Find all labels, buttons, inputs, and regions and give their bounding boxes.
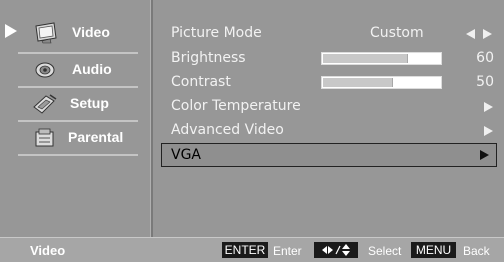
sidebar: Video Audio Setup Parental	[0, 0, 150, 237]
setting-contrast[interactable]: Contrast 50	[171, 72, 496, 94]
submenu-arrow-icon	[484, 102, 493, 112]
sidebar-divider	[18, 154, 138, 156]
sidebar-item-label: Setup	[70, 95, 109, 111]
enter-key[interactable]: ENTER	[222, 242, 268, 258]
left-right-arrows-icon[interactable]	[466, 29, 492, 39]
setting-picture-mode[interactable]: Picture Mode Custom	[171, 23, 496, 45]
sidebar-item-label: Parental	[68, 129, 124, 145]
setting-value: 60	[476, 50, 494, 66]
selected-arrow-icon	[5, 24, 17, 38]
osd-menu: Video Audio Setup Parental Picture Mode …	[0, 0, 504, 262]
setting-label: Advanced Video	[171, 122, 284, 138]
select-hint-label: Select	[368, 244, 402, 258]
menu-key[interactable]: MENU	[411, 242, 456, 258]
tv-icon	[35, 22, 57, 44]
setting-advanced-video[interactable]: Advanced Video	[171, 120, 496, 142]
sidebar-item-parental[interactable]: Parental	[0, 122, 150, 154]
brightness-slider[interactable]	[321, 52, 442, 65]
arrows-key-glyph	[322, 244, 350, 256]
setup-icon	[33, 94, 57, 114]
parental-icon	[35, 128, 54, 147]
slider-fill	[323, 54, 408, 63]
setting-label: VGA	[171, 147, 202, 163]
speaker-icon	[35, 62, 55, 78]
setting-vga[interactable]: VGA	[161, 143, 497, 167]
setting-label: Color Temperature	[171, 98, 301, 114]
footer-title: Video	[30, 243, 66, 258]
setting-label: Picture Mode	[171, 25, 262, 41]
setting-label: Brightness	[171, 50, 246, 66]
contrast-slider[interactable]	[321, 76, 442, 89]
submenu-arrow-icon	[480, 150, 489, 160]
sidebar-item-setup[interactable]: Setup	[0, 88, 150, 120]
setting-label: Contrast	[171, 74, 231, 90]
sidebar-item-video[interactable]: Video	[0, 17, 150, 49]
setting-value: Custom	[370, 25, 424, 41]
setting-value: 50	[476, 74, 494, 90]
enter-hint-label: Enter	[273, 244, 302, 258]
sidebar-item-audio[interactable]: Audio	[0, 54, 150, 86]
sidebar-item-label: Video	[72, 24, 110, 40]
sidebar-item-label: Audio	[72, 61, 112, 77]
setting-brightness[interactable]: Brightness 60	[171, 48, 496, 70]
settings-panel: Picture Mode Custom Brightness 60 Contra…	[154, 0, 504, 237]
slider-fill	[323, 78, 394, 87]
back-hint-label: Back	[463, 244, 490, 258]
arrows-key-icon[interactable]	[314, 242, 358, 258]
submenu-arrow-icon	[484, 126, 493, 136]
panel-divider	[150, 0, 153, 237]
footer-bar: Video ENTER Enter Select MENU Back	[0, 237, 504, 262]
setting-color-temperature[interactable]: Color Temperature	[171, 96, 496, 118]
